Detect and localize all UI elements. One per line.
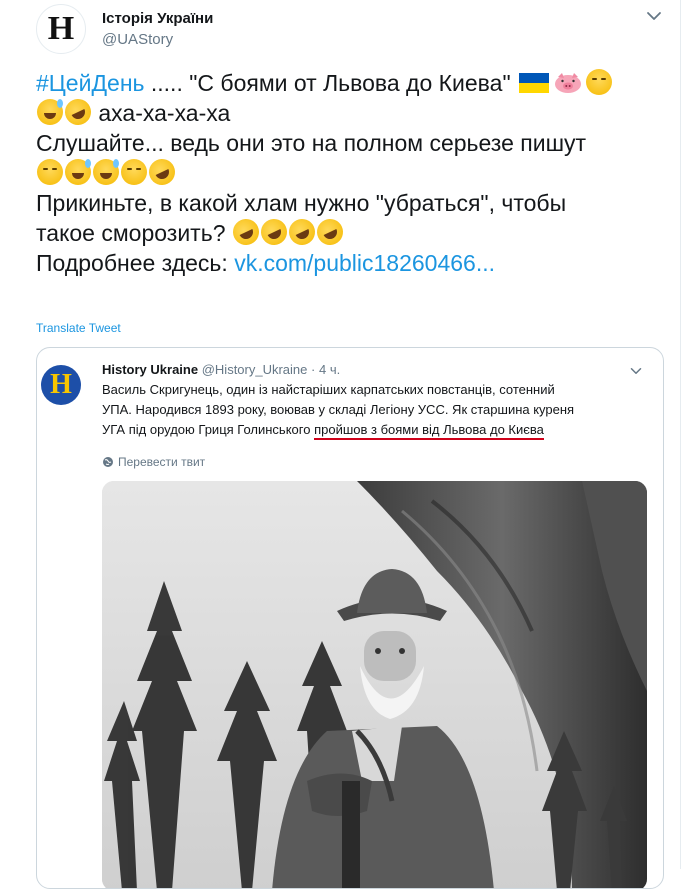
tweet-text-segment: Подробнее здесь: [36, 250, 235, 276]
face-with-tears-of-joy-icon [37, 159, 63, 185]
quoted-line-1: Василь Скригунець, один із найстаріших к… [102, 382, 555, 397]
tweet-line-3: Слушайте... ведь они это на полном серье… [36, 130, 587, 156]
underlined-phrase: пройшов з боями від Львова до Києва [314, 422, 544, 440]
tweet-line-6: такое сморозить? [36, 214, 656, 250]
face-with-tears-of-joy-icon [121, 159, 147, 185]
quoted-author-handle[interactable]: @History_Ukraine [202, 362, 308, 377]
tweet-text-segment: такое сморозить? [36, 220, 232, 246]
chevron-down-icon[interactable] [627, 362, 645, 380]
quoted-timestamp[interactable]: 4 ч. [319, 362, 340, 377]
rolling-on-the-floor-laughing-icon [60, 94, 96, 130]
globe-icon [103, 457, 113, 467]
rolling-on-the-floor-laughing-icon [144, 154, 180, 190]
tweet-photo[interactable] [102, 481, 647, 888]
tweet-line-4 [36, 154, 656, 190]
separator-dot: · [311, 362, 316, 377]
rolling-on-the-floor-laughing-icon [312, 214, 348, 250]
translate-tweet-link[interactable]: Translate Tweet [36, 321, 121, 335]
tweet-text-segment: аха-ха-ха-ха [92, 100, 231, 126]
grinning-face-with-sweat-icon [37, 99, 63, 125]
tweet: H Історія України @UAStory #ЦейДень ....… [0, 0, 689, 889]
quoted-line-2: УПА. Народився 1893 року, воював у склад… [102, 402, 575, 417]
photo-old-man-in-forest [102, 481, 647, 888]
ukraine-flag-icon [519, 73, 549, 93]
quoted-text-segment: УГА під орудою Гриця Голинського [102, 422, 315, 437]
quoted-author-name[interactable]: History Ukraine [102, 362, 198, 377]
grinning-face-with-sweat-icon [65, 159, 91, 185]
tweet-line-7: Подробнее здесь: vk.com/public18260466..… [36, 248, 656, 278]
tweet-text-segment: ..... "С боями от Львова до Киева" [144, 70, 517, 96]
tweet-header: H Історія України @UAStory [36, 4, 666, 54]
timeline-border [680, 0, 681, 869]
author-name[interactable]: Історія України [102, 10, 213, 27]
translate-tweet-link[interactable]: Перевести твит [102, 455, 205, 469]
tweet-line-5: Прикиньте, в какой хлам нужно "убраться"… [36, 190, 567, 216]
rolling-on-the-floor-laughing-icon [256, 214, 292, 250]
quoted-tweet[interactable]: H History Ukraine @History_Ukraine · 4 ч… [36, 347, 664, 889]
quoted-tweet-text: Василь Скригунець, один із найстаріших к… [102, 380, 642, 440]
rolling-on-the-floor-laughing-icon [284, 214, 320, 250]
tweet-line-2: аха-ха-ха-ха [36, 94, 656, 130]
rolling-on-the-floor-laughing-icon [228, 214, 264, 250]
translate-label: Перевести твит [118, 455, 206, 469]
quoted-author-avatar[interactable]: H [41, 365, 81, 405]
quoted-tweet-header: History Ukraine @History_Ukraine · 4 ч. [102, 362, 340, 377]
external-link[interactable]: vk.com/public18260466... [234, 250, 495, 276]
tweet-line-1: #ЦейДень ..... "С боями от Львова до Кие… [36, 68, 656, 98]
quoted-line-3: УГА під орудою Гриця Голинського пройшов… [102, 420, 642, 440]
chevron-down-icon[interactable] [642, 4, 666, 28]
face-with-tears-of-joy-icon [586, 69, 612, 95]
tweet-text: #ЦейДень ..... "С боями от Львова до Кие… [36, 68, 656, 278]
hashtag-link[interactable]: #ЦейДень [36, 70, 145, 96]
author-handle[interactable]: @UAStory [102, 31, 173, 48]
grinning-face-with-sweat-icon [93, 159, 119, 185]
pig-face-icon [555, 73, 581, 93]
author-avatar[interactable]: H [36, 4, 86, 54]
